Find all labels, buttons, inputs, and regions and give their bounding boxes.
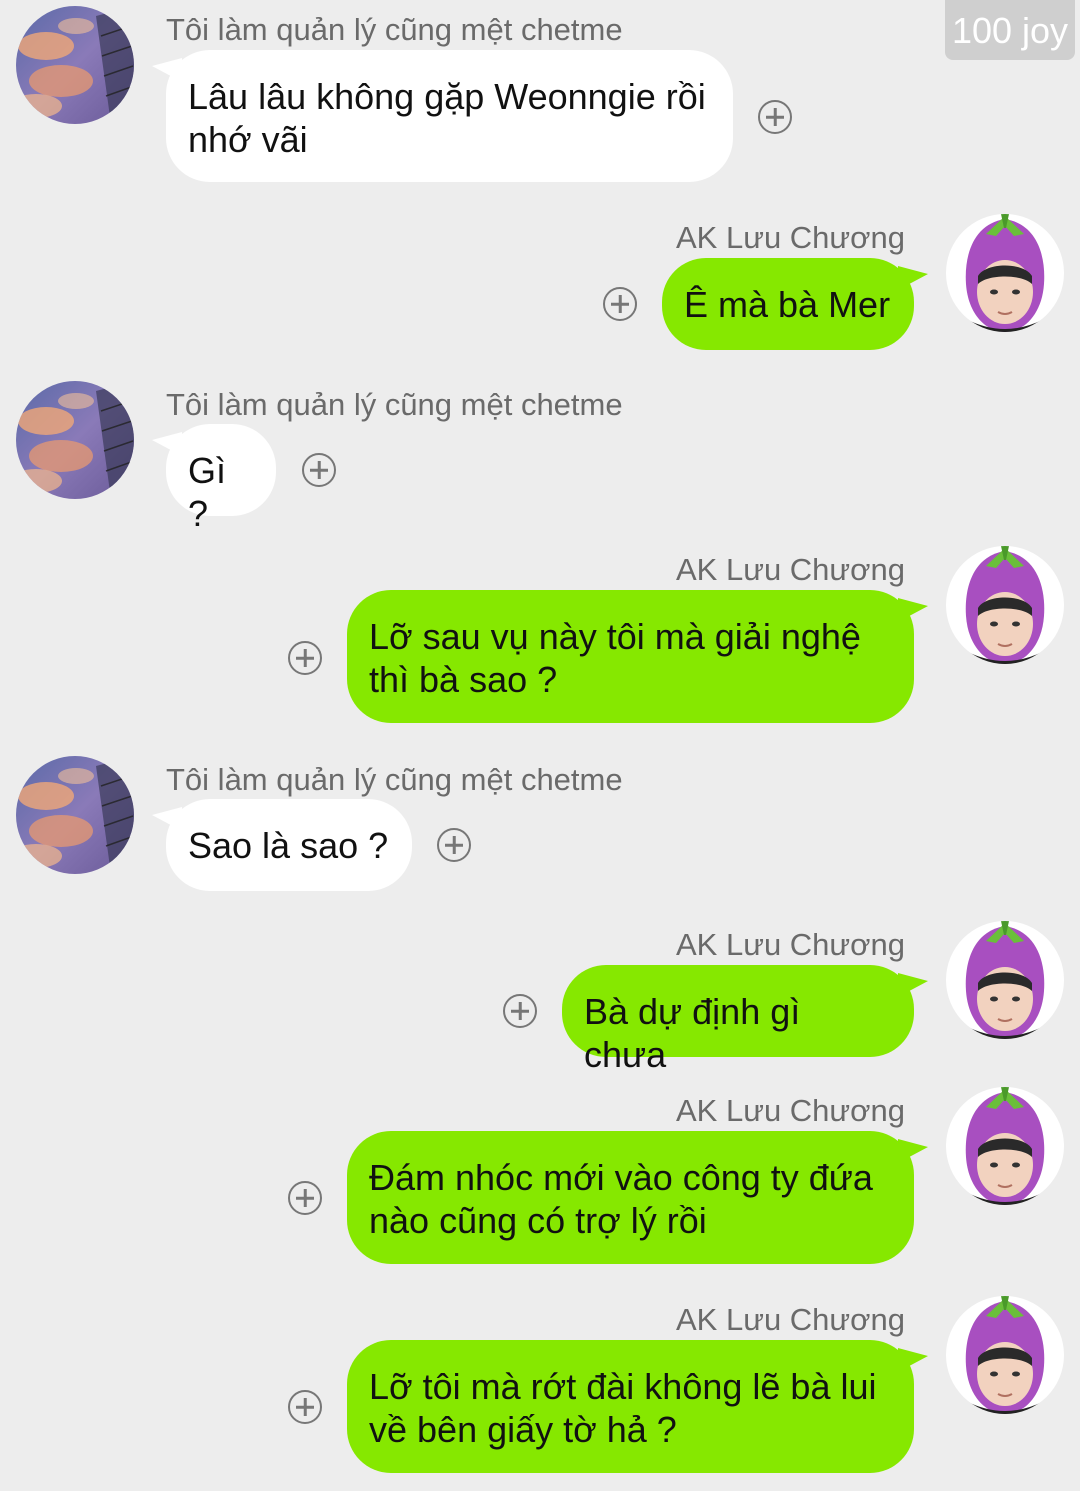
message-bubble[interactable]: Lỡ tôi mà rớt đài không lẽ bà lui về bên… <box>347 1340 914 1473</box>
add-reaction-icon[interactable] <box>288 1390 322 1424</box>
message-text-line: về bên giấy tờ hả ? <box>369 1409 677 1450</box>
message-text-line: Lỡ tôi mà rớt đài không lẽ bà lui <box>369 1366 877 1407</box>
avatar-chuong-icon[interactable] <box>946 1296 1064 1414</box>
sender-name: AK Lưu Chương <box>675 1302 905 1337</box>
message-row: AK Lưu Chương Lỡ tôi mà rớt đài không lẽ… <box>0 0 1080 1480</box>
